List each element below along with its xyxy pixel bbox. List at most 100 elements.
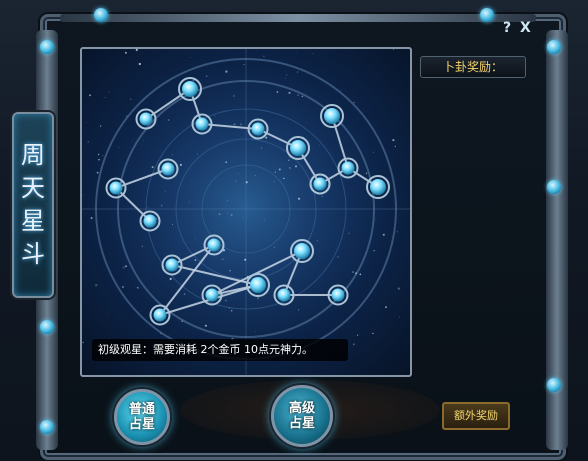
background-star <box>226 213 228 215</box>
background-star <box>147 206 149 208</box>
star-node[interactable] <box>341 161 355 175</box>
star-node[interactable] <box>165 258 179 272</box>
background-star <box>230 309 233 312</box>
frame-orb-top-right-inner <box>480 8 494 22</box>
star-node[interactable] <box>139 112 153 126</box>
background-star <box>243 64 245 66</box>
background-star <box>183 293 186 295</box>
close-button[interactable]: X <box>520 20 531 36</box>
star-map: 初级观星：需要消耗 2个金币 10点元神力。 <box>80 47 412 377</box>
background-star <box>96 171 99 174</box>
background-star <box>385 306 387 309</box>
background-star <box>141 245 143 247</box>
background-star <box>394 145 396 148</box>
title-char: 天 <box>21 174 45 202</box>
top-ornament-bar <box>60 14 536 22</box>
background-star <box>382 233 385 236</box>
background-star <box>125 115 128 117</box>
star-node[interactable] <box>195 117 209 131</box>
background-star <box>240 123 242 125</box>
background-star <box>399 316 401 318</box>
background-star <box>169 335 170 337</box>
background-star <box>225 161 227 163</box>
background-star <box>374 219 376 220</box>
background-star <box>87 141 90 143</box>
background-star <box>372 332 374 335</box>
background-star <box>284 78 286 80</box>
background-star <box>348 232 350 235</box>
star-node[interactable] <box>207 238 221 252</box>
background-star <box>85 122 87 124</box>
star-node[interactable] <box>153 308 167 322</box>
background-star <box>160 333 162 335</box>
background-star <box>82 194 83 196</box>
background-star <box>194 259 197 261</box>
background-star <box>245 181 248 184</box>
star-node[interactable] <box>324 108 340 124</box>
background-star <box>396 231 398 233</box>
background-star <box>194 237 196 239</box>
background-star <box>106 312 108 314</box>
background-star <box>90 217 93 220</box>
normal-stargazing-button[interactable]: 普通 占星 <box>114 389 170 445</box>
background-star <box>228 307 231 309</box>
advanced-stargazing-label-2: 占星 <box>288 416 315 431</box>
star-node[interactable] <box>143 214 157 228</box>
background-star <box>273 180 275 182</box>
background-star <box>321 196 323 198</box>
background-star <box>359 273 362 276</box>
star-node[interactable] <box>277 288 291 302</box>
star-node[interactable] <box>109 181 123 195</box>
background-star <box>225 70 228 73</box>
background-star <box>214 115 216 117</box>
background-star <box>242 216 244 218</box>
background-star <box>340 89 342 91</box>
background-star <box>136 59 138 61</box>
background-star <box>124 51 127 54</box>
zhou-tian-xing-dou-window: ? X 周 天 星 斗 初级观星：需要消耗 2个金币 10点元神力。 卜卦奖励：… <box>0 0 588 461</box>
cost-info-text: 初级观星：需要消耗 2个金币 10点元神力。 <box>92 339 348 361</box>
background-star <box>365 172 368 174</box>
background-star <box>142 139 144 141</box>
frame-orb-top-left-inner <box>94 8 108 22</box>
star-node[interactable] <box>182 81 198 97</box>
title-plaque: 周 天 星 斗 <box>12 112 54 298</box>
star-node[interactable] <box>370 179 386 195</box>
background-star <box>95 284 98 287</box>
star-node[interactable] <box>251 122 265 136</box>
background-star <box>373 249 375 252</box>
star-node[interactable] <box>294 243 310 259</box>
background-star <box>233 123 236 126</box>
star-node[interactable] <box>205 288 219 302</box>
background-star <box>353 101 355 104</box>
star-node[interactable] <box>313 177 327 191</box>
background-star <box>225 299 227 302</box>
background-star <box>204 324 207 327</box>
background-star <box>392 139 395 142</box>
star-node[interactable] <box>331 288 345 302</box>
background-star <box>316 240 318 242</box>
background-star <box>99 125 102 127</box>
frame-orb-right-mid <box>547 180 561 194</box>
background-star <box>298 309 300 311</box>
background-star <box>102 155 104 157</box>
background-star <box>181 320 184 323</box>
background-star <box>205 75 208 77</box>
star-node[interactable] <box>290 140 306 156</box>
background-star <box>89 94 91 97</box>
background-star <box>355 272 357 275</box>
background-star <box>118 147 120 148</box>
star-node[interactable] <box>250 277 266 293</box>
background-star <box>296 50 298 52</box>
normal-stargazing-label-1: 普通 <box>128 402 155 417</box>
background-star <box>238 173 240 174</box>
frame-orb-top-left <box>40 40 54 54</box>
background-star <box>356 334 359 336</box>
background-star <box>235 180 237 182</box>
advanced-stargazing-button[interactable]: 高级 占星 <box>271 385 333 447</box>
help-button[interactable]: ? <box>503 20 511 36</box>
extra-reward-button[interactable]: 额外奖励 <box>442 402 510 430</box>
background-star <box>108 91 110 93</box>
background-star <box>319 144 321 146</box>
star-node[interactable] <box>161 162 175 176</box>
